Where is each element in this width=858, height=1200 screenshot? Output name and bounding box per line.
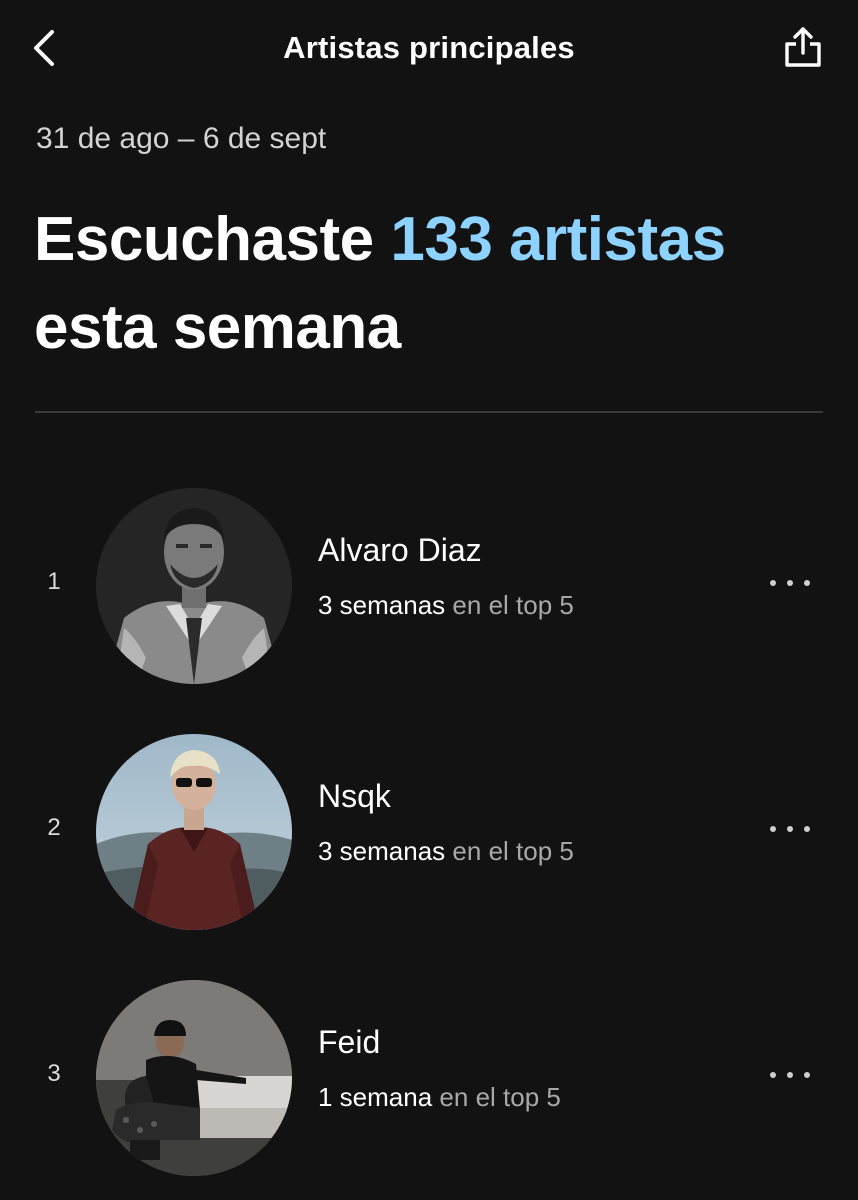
artist-avatar[interactable] [96, 734, 292, 930]
weeks-count: 3 semanas [318, 590, 446, 620]
artist-name[interactable]: Nsqk [318, 778, 391, 815]
weeks-in-top: 3 semanas en el top 5 [318, 836, 574, 867]
headline-suffix: esta semana [34, 293, 401, 362]
artist-avatar[interactable] [96, 488, 292, 684]
weeks-in-top: 1 semana en el top 5 [318, 1082, 561, 1113]
artist-name[interactable]: Alvaro Diaz [318, 532, 482, 569]
more-options-icon [770, 1072, 776, 1078]
date-range: 31 de ago – 6 de sept [36, 122, 327, 155]
weeks-suffix: en el top 5 [452, 590, 574, 620]
artist-avatar[interactable] [96, 980, 292, 1176]
headline-prefix: Escuchaste [34, 205, 374, 274]
weeks-count: 1 semana [318, 1082, 433, 1112]
artist-row-3[interactable]: 3 Feid 1 semana en el top 5 [0, 980, 858, 1176]
screen-title: Artistas principales [283, 30, 575, 65]
rank-number: 3 [47, 1060, 61, 1087]
artist-row-2[interactable]: 2 Nsqk 3 semanas en el top 5 [0, 734, 858, 930]
more-options-button[interactable] [770, 814, 810, 844]
top-bar: Artistas principales [0, 0, 858, 100]
more-options-button[interactable] [770, 1060, 810, 1090]
weeks-suffix: en el top 5 [439, 1082, 561, 1112]
more-options-icon [770, 580, 776, 586]
weeks-in-top: 3 semanas en el top 5 [318, 590, 574, 621]
share-button[interactable] [778, 22, 828, 72]
artist-name[interactable]: Feid [318, 1024, 380, 1061]
more-options-button[interactable] [770, 568, 810, 598]
weeks-suffix: en el top 5 [452, 836, 574, 866]
more-options-icon [770, 826, 776, 832]
artist-row-1[interactable]: 1 Alvaro Diaz 3 semanas en el top 5 [0, 488, 858, 684]
top-artists-screen: Artistas principales 31 de ago – 6 de se… [0, 0, 858, 1200]
rank-number: 1 [47, 568, 61, 595]
share-icon [785, 27, 821, 67]
headline: Escuchaste 133 artistas esta semana [34, 196, 824, 372]
artist-count-highlight: 133 artistas [390, 205, 726, 274]
rank-number: 2 [47, 814, 61, 841]
weeks-count: 3 semanas [318, 836, 446, 866]
divider [35, 411, 823, 413]
